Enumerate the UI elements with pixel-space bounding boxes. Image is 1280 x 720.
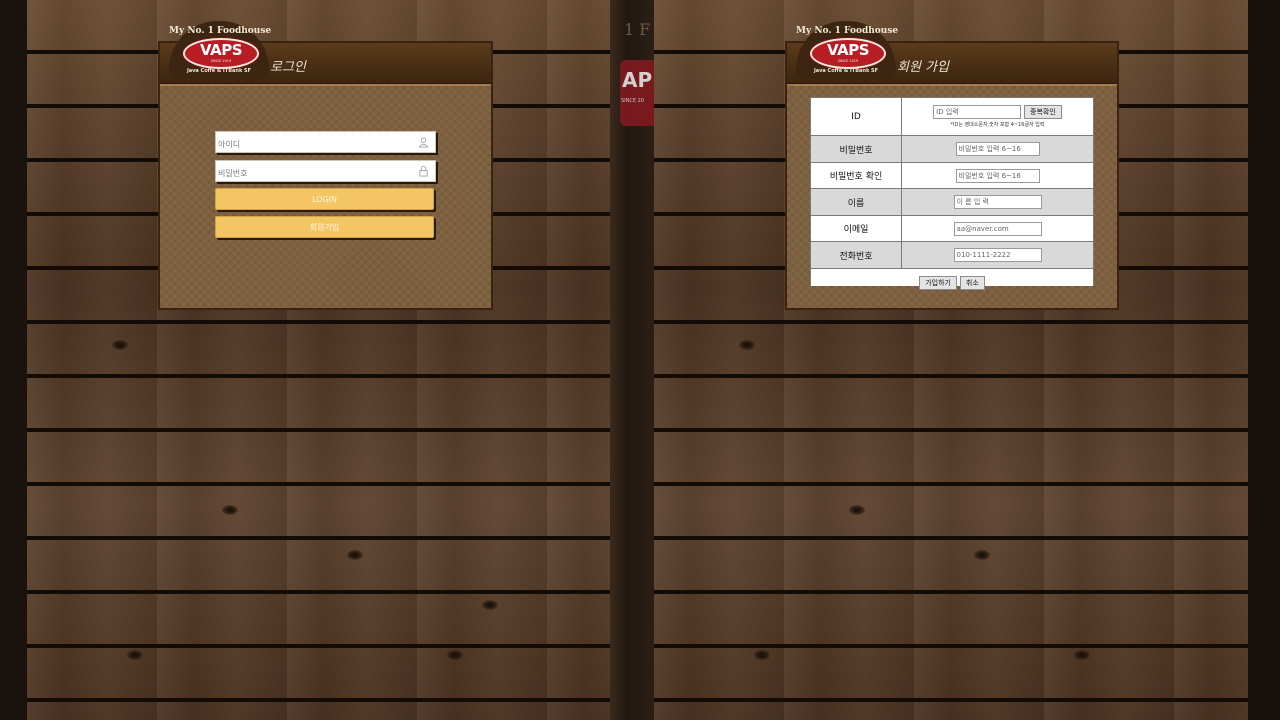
password-cell — [901, 135, 1094, 163]
logo-brand: VAPS — [827, 41, 870, 59]
login-button[interactable]: LOGIN — [215, 188, 434, 210]
phone-label: 전화번호 — [810, 241, 902, 269]
signup-row-password-confirm: 비밀번호 확인 — [810, 162, 1094, 189]
logo-since: SINCE 2019 — [837, 59, 859, 63]
cancel-button[interactable]: 취소 — [959, 276, 985, 291]
signup-id-input[interactable] — [933, 105, 1022, 119]
wood-knot — [127, 650, 143, 660]
vaps-logo: My No. 1 Foodhouse VAPS SINCE 2019 Java … — [796, 21, 899, 83]
phone-cell — [901, 241, 1094, 269]
wood-knot — [112, 340, 128, 350]
ghost-logo-since: SINCE 20 — [621, 98, 644, 104]
ghost-logo-text: AP — [622, 68, 653, 92]
wood-knot — [754, 650, 770, 660]
password-label: 비밀번호 — [810, 135, 902, 163]
user-icon — [418, 137, 429, 148]
signup-name-input[interactable] — [953, 195, 1042, 209]
login-card: 로그인 LOGIN 회원가입 My No. 1 Foodhouse VAPS S… — [158, 21, 493, 310]
signup-row-actions: 가입하기 취소 — [810, 268, 1094, 291]
signup-password-input[interactable] — [955, 142, 1040, 156]
password-input[interactable] — [216, 164, 408, 183]
vaps-logo: My No. 1 Foodhouse VAPS SINCE 2019 Java … — [169, 21, 272, 83]
logo-subtitle: Java Coffe & ITBank SF — [813, 68, 879, 74]
wood-knot — [222, 505, 238, 515]
password-field[interactable] — [215, 160, 436, 183]
signup-password-confirm-input[interactable] — [955, 168, 1040, 183]
logo-oval: VAPS SINCE 2019 — [183, 38, 259, 69]
id-cell: 중복확인 *ID는 영대소문자,숫자 포함 4~16글자 입력 — [901, 97, 1094, 136]
email-label: 이메일 — [810, 215, 902, 242]
submit-join-button[interactable]: 가입하기 — [919, 276, 957, 291]
name-label: 이름 — [810, 188, 902, 216]
signup-row-phone: 전화번호 — [810, 241, 1094, 269]
logo-brand: VAPS — [200, 41, 243, 59]
signup-email-input[interactable] — [953, 221, 1042, 236]
signup-row-id: ID 중복확인 *ID는 영대소문자,숫자 포함 4~16글자 입력 — [810, 97, 1094, 136]
join-button[interactable]: 회원가입 — [215, 216, 434, 238]
id-field[interactable] — [215, 131, 436, 154]
id-hint: *ID는 영대소문자,숫자 포함 4~16글자 입력 — [950, 122, 1045, 128]
email-cell — [901, 215, 1094, 242]
background-edge — [1248, 0, 1280, 720]
wood-knot — [447, 650, 463, 660]
wood-knot — [482, 600, 498, 610]
wood-knot — [347, 550, 363, 560]
name-cell — [901, 188, 1094, 216]
wood-knot — [739, 340, 755, 350]
logo-oval: VAPS SINCE 2019 — [810, 38, 886, 69]
wood-knot — [1074, 650, 1090, 660]
logo-tagline: My No. 1 Foodhouse — [796, 26, 899, 36]
signup-card: 회원 가입 ID 중복확인 *ID는 영대소문자,숫자 포함 4~16글자 입력… — [785, 21, 1119, 310]
lock-icon — [419, 165, 428, 177]
signup-form-table: ID 중복확인 *ID는 영대소문자,숫자 포함 4~16글자 입력 비밀번호 … — [810, 97, 1094, 291]
signup-row-name: 이름 — [810, 188, 1094, 216]
password-confirm-label: 비밀번호 확인 — [810, 162, 902, 189]
signup-row-password: 비밀번호 — [810, 135, 1094, 163]
password-confirm-cell — [901, 162, 1094, 189]
login-title: 로그인 — [270, 60, 306, 75]
signup-title: 회원 가입 — [897, 60, 949, 75]
logo-tagline: My No. 1 Foodhouse — [169, 26, 272, 36]
logo-since: SINCE 2019 — [210, 59, 232, 63]
login-card-body: LOGIN 회원가입 — [160, 84, 491, 308]
ghost-tagline: 1 F — [624, 20, 651, 39]
id-input[interactable] — [216, 135, 408, 154]
ghost-logo: AP SINCE 20 — [620, 60, 654, 126]
id-label: ID — [810, 97, 902, 136]
logo-subtitle: Java Coffe & ITBank SF — [186, 68, 252, 74]
duplicate-check-button[interactable]: 중복확인 — [1024, 105, 1062, 119]
signup-phone-input[interactable] — [953, 248, 1042, 262]
signup-row-email: 이메일 — [810, 215, 1094, 242]
actions-cell: 가입하기 취소 — [810, 268, 1094, 291]
wood-knot — [974, 550, 990, 560]
wood-knot — [849, 505, 865, 515]
